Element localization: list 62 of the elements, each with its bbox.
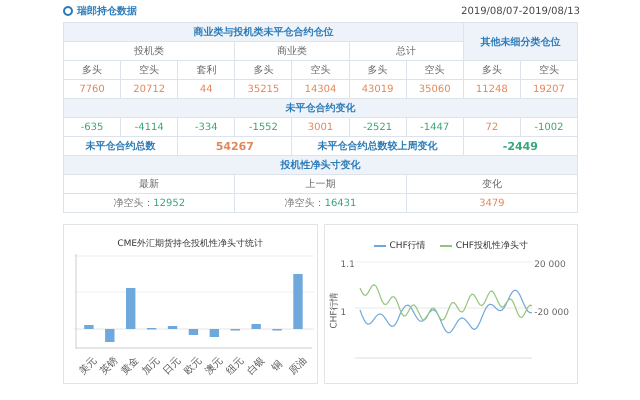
cell-value: 3479 <box>479 198 505 208</box>
bar <box>105 329 114 342</box>
axis-tick: -20 000 <box>534 308 570 318</box>
cell-label: 净空头： <box>284 198 325 209</box>
axis-title: CHF行情 <box>328 292 341 328</box>
bar <box>251 324 261 329</box>
table-cell: -1447 <box>406 118 464 136</box>
bar <box>126 288 136 329</box>
table-header: 空头 <box>120 60 178 80</box>
table-header: 其他未细分类仓位 <box>463 22 578 60</box>
table-header: 最新 <box>64 174 235 194</box>
chart-title: CME外汇期货持仓投机性净头寸统计 <box>116 238 264 250</box>
table-cell: -1002 <box>520 118 578 136</box>
table-cell: 72 <box>463 118 520 136</box>
table-header: 多头 <box>349 60 406 80</box>
table-header: 商业类与投机类未平仓合约仓位 <box>64 22 464 42</box>
table-header: 空头 <box>292 60 350 80</box>
table-header: 投机性净头寸变化 <box>64 156 578 174</box>
table-header: 变化 <box>406 174 578 194</box>
axis-label: 原油 <box>286 354 310 378</box>
table-header: 投机类 <box>64 42 235 60</box>
legend-label: CHF投机性净头寸 <box>456 240 528 252</box>
table-header: 空头 <box>406 60 464 80</box>
axis-label: 白银 <box>244 354 268 378</box>
axis-label: 纽元 <box>223 354 247 378</box>
table-cell: -1552 <box>234 118 292 136</box>
table-cell: -334 <box>178 118 235 136</box>
table-header: 空头 <box>520 60 578 80</box>
axis-tick: 20 000 <box>534 260 567 270</box>
table-header: 多头 <box>463 60 520 80</box>
bar <box>168 326 178 329</box>
table-cell: 3001 <box>292 118 350 136</box>
date-range: 2019/08/07-2019/08/13 <box>461 6 580 16</box>
axis-label: 欧元 <box>181 354 204 378</box>
cell-value: 12952 <box>153 198 186 209</box>
table-header: 多头 <box>64 60 121 80</box>
bar <box>188 329 198 335</box>
axis-tick: 1 <box>340 308 348 318</box>
bar <box>84 325 94 329</box>
table-header: 上一期 <box>234 174 406 194</box>
cell-value: 16431 <box>324 198 356 209</box>
table-cell: -2521 <box>349 118 406 136</box>
axis-label: 加元 <box>140 354 163 378</box>
axis-label: 日元 <box>160 354 184 378</box>
legend-label: CHF行情 <box>390 240 426 252</box>
axis-tick: 1.1 <box>340 260 356 270</box>
axis-label: 铜 <box>268 358 286 374</box>
axis-label: 黄金 <box>118 354 142 378</box>
table-cell: -635 <box>64 118 121 136</box>
table-header: 套利 <box>178 60 235 80</box>
table-header: 商业类 <box>234 42 350 60</box>
table-header: 多头 <box>234 60 292 80</box>
axis-label: 澳元 <box>202 354 226 378</box>
axis-label: 美元 <box>76 354 100 378</box>
circle-icon <box>63 6 73 16</box>
table-header: 未平仓合约变化 <box>64 98 578 118</box>
axis-label: 英镑 <box>98 354 121 378</box>
table-cell: -4114 <box>120 118 178 136</box>
bar <box>293 274 303 329</box>
section-title: 瑞郎持仓数据 <box>77 4 137 18</box>
bar <box>210 329 220 337</box>
cell-label: 净空头： <box>113 198 154 209</box>
